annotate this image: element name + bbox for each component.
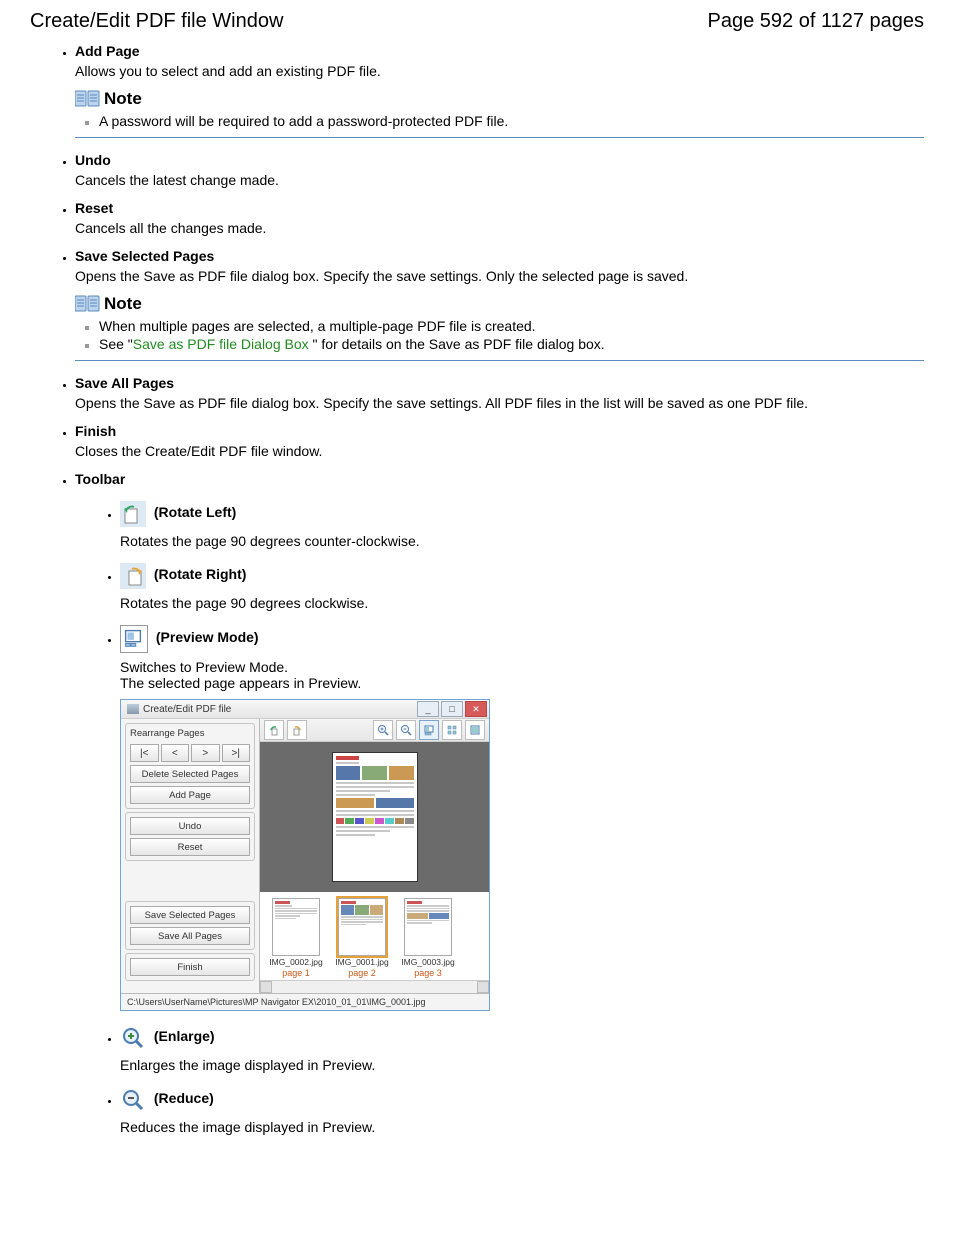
rotate-right-tb-icon[interactable] bbox=[287, 720, 307, 740]
term-reduce: (Reduce) bbox=[154, 1090, 214, 1106]
thumbnails-area: IMG_0002.jpg page 1 bbox=[260, 892, 489, 980]
desc-rotate-left: Rotates the page 90 degrees counter-cloc… bbox=[120, 533, 924, 549]
undo-button[interactable]: Undo bbox=[130, 817, 250, 835]
item-enlarge: (Enlarge) Enlarges the image displayed i… bbox=[120, 1025, 924, 1073]
term-save-selected: Save Selected Pages bbox=[75, 248, 214, 264]
note-add-page: Note A password will be required to add … bbox=[75, 89, 924, 138]
item-rotate-right: (Rotate Right) Rotates the page 90 degre… bbox=[120, 563, 924, 611]
app-icon bbox=[127, 704, 139, 714]
app-window-screenshot: Create/Edit PDF file _ □ ✕ Rearrange Pag… bbox=[120, 699, 490, 1011]
term-reset: Reset bbox=[75, 200, 113, 216]
delete-selected-button[interactable]: Delete Selected Pages bbox=[130, 765, 250, 783]
add-page-button[interactable]: Add Page bbox=[130, 786, 250, 804]
item-preview-mode: (Preview Mode) Switches to Preview Mode.… bbox=[120, 625, 924, 1011]
note-label: Note bbox=[104, 89, 142, 109]
right-toolbar bbox=[260, 719, 489, 742]
desc-save-selected: Opens the Save as PDF file dialog box. S… bbox=[75, 268, 924, 284]
page-title: Create/Edit PDF file Window bbox=[30, 10, 283, 33]
term-enlarge: (Enlarge) bbox=[154, 1028, 215, 1044]
item-reset: Reset Cancels all the changes made. bbox=[75, 200, 924, 236]
rotate-right-icon bbox=[120, 563, 146, 589]
window-title: Create/Edit PDF file bbox=[143, 704, 231, 715]
fullscreen-tb-icon[interactable] bbox=[465, 720, 485, 740]
term-save-all: Save All Pages bbox=[75, 375, 174, 391]
preview-area bbox=[260, 742, 489, 892]
horizontal-scrollbar[interactable] bbox=[260, 980, 489, 993]
desc-reset: Cancels all the changes made. bbox=[75, 220, 924, 236]
desc-preview-mode-1: Switches to Preview Mode. bbox=[120, 659, 924, 675]
term-finish: Finish bbox=[75, 423, 116, 439]
desc-reduce: Reduces the image displayed in Preview. bbox=[120, 1119, 924, 1135]
term-rotate-right: (Rotate Right) bbox=[154, 566, 247, 582]
item-save-selected: Save Selected Pages Opens the Save as PD… bbox=[75, 248, 924, 361]
thumb-page: page 1 bbox=[282, 968, 310, 978]
note-icon bbox=[75, 90, 101, 108]
first-page-button[interactable]: |< bbox=[130, 744, 159, 762]
item-toolbar: Toolbar (Rotate Left) Rotates the page 9… bbox=[75, 471, 924, 1135]
reduce-icon bbox=[120, 1087, 146, 1113]
rearrange-label: Rearrange Pages bbox=[130, 728, 250, 739]
thumbnail[interactable]: IMG_0002.jpg page 1 bbox=[266, 898, 326, 978]
term-rotate-left: (Rotate Left) bbox=[154, 504, 236, 520]
desc-enlarge: Enlarges the image displayed in Preview. bbox=[120, 1057, 924, 1073]
desc-save-all: Opens the Save as PDF file dialog box. S… bbox=[75, 395, 924, 411]
item-finish: Finish Closes the Create/Edit PDF file w… bbox=[75, 423, 924, 459]
save-all-button[interactable]: Save All Pages bbox=[130, 927, 250, 945]
document-preview bbox=[332, 752, 418, 882]
desc-add-page: Allows you to select and add an existing… bbox=[75, 63, 924, 79]
left-panel: Rearrange Pages |< < > >| Delete Selecte… bbox=[121, 719, 260, 993]
note-line: A password will be required to add a pas… bbox=[99, 113, 924, 129]
term-add-page: Add Page bbox=[75, 43, 140, 59]
close-button[interactable]: ✕ bbox=[465, 701, 487, 717]
minimize-button[interactable]: _ bbox=[417, 701, 439, 717]
reset-button[interactable]: Reset bbox=[130, 838, 250, 856]
desc-undo: Cancels the latest change made. bbox=[75, 172, 924, 188]
preview-mode-tb-icon[interactable] bbox=[419, 720, 439, 740]
rotate-left-tb-icon[interactable] bbox=[264, 720, 284, 740]
desc-preview-mode-2: The selected page appears in Preview. bbox=[120, 675, 924, 691]
right-panel: IMG_0002.jpg page 1 bbox=[260, 719, 489, 993]
grid-tb-icon[interactable] bbox=[442, 720, 462, 740]
thumb-filename: IMG_0003.jpg bbox=[401, 957, 454, 967]
path-bar: C:\Users\UserName\Pictures\MP Navigator … bbox=[121, 993, 489, 1010]
item-rotate-left: (Rotate Left) Rotates the page 90 degree… bbox=[120, 501, 924, 549]
save-selected-button[interactable]: Save Selected Pages bbox=[130, 906, 250, 924]
item-undo: Undo Cancels the latest change made. bbox=[75, 152, 924, 188]
item-reduce: (Reduce) Reduces the image displayed in … bbox=[120, 1087, 924, 1135]
page-indicator: Page 592 of 1127 pages bbox=[708, 10, 924, 33]
prev-page-button[interactable]: < bbox=[161, 744, 190, 762]
window-titlebar: Create/Edit PDF file _ □ ✕ bbox=[121, 700, 489, 719]
thumb-page: page 2 bbox=[348, 968, 376, 978]
main-list: Add Page Allows you to select and add an… bbox=[75, 43, 924, 1135]
page-header: Create/Edit PDF file Window Page 592 of … bbox=[30, 10, 924, 33]
thumb-page: page 3 bbox=[414, 968, 442, 978]
note-label: Note bbox=[104, 294, 142, 314]
finish-button[interactable]: Finish bbox=[130, 958, 250, 976]
term-preview-mode: (Preview Mode) bbox=[156, 629, 259, 645]
term-toolbar: Toolbar bbox=[75, 471, 125, 487]
note-icon bbox=[75, 295, 101, 313]
enlarge-icon bbox=[120, 1025, 146, 1051]
desc-rotate-right: Rotates the page 90 degrees clockwise. bbox=[120, 595, 924, 611]
note-line: When multiple pages are selected, a mult… bbox=[99, 318, 924, 334]
last-page-button[interactable]: >| bbox=[222, 744, 251, 762]
note-line: See "Save as PDF file Dialog Box " for d… bbox=[99, 336, 924, 352]
thumbnail[interactable]: IMG_0001.jpg page 2 bbox=[332, 898, 392, 978]
desc-finish: Closes the Create/Edit PDF file window. bbox=[75, 443, 924, 459]
item-add-page: Add Page Allows you to select and add an… bbox=[75, 43, 924, 138]
note-save-selected: Note When multiple pages are selected, a… bbox=[75, 294, 924, 361]
term-undo: Undo bbox=[75, 152, 111, 168]
link-save-as-pdf-dialog[interactable]: Save as PDF file Dialog Box bbox=[133, 336, 313, 352]
preview-mode-icon bbox=[120, 625, 148, 653]
next-page-button[interactable]: > bbox=[191, 744, 220, 762]
thumb-filename: IMG_0001.jpg bbox=[335, 957, 388, 967]
enlarge-tb-icon[interactable] bbox=[373, 720, 393, 740]
thumbnail[interactable]: IMG_0003.jpg page 3 bbox=[398, 898, 458, 978]
maximize-button[interactable]: □ bbox=[441, 701, 463, 717]
item-save-all: Save All Pages Opens the Save as PDF fil… bbox=[75, 375, 924, 411]
thumb-filename: IMG_0002.jpg bbox=[269, 957, 322, 967]
rotate-left-icon bbox=[120, 501, 146, 527]
reduce-tb-icon[interactable] bbox=[396, 720, 416, 740]
